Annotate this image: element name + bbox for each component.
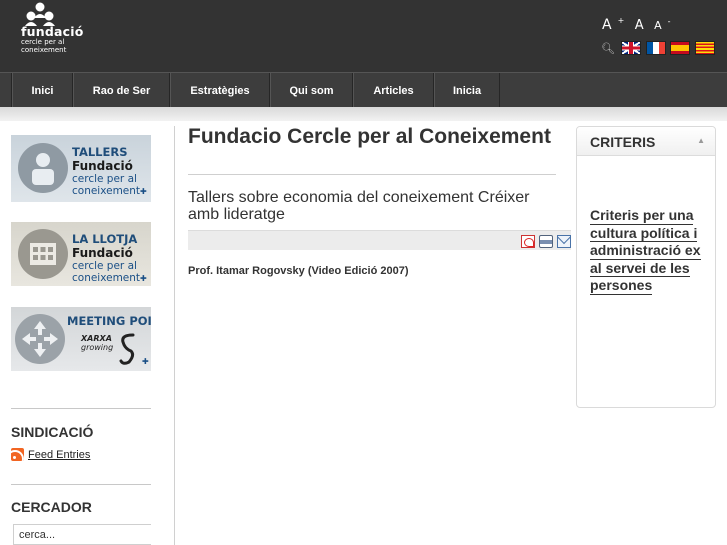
logo-name: fundació [21,24,84,39]
logo-mark-icon [25,2,55,26]
person-icon [18,143,68,193]
flag-english-icon[interactable] [621,41,641,55]
banner-tagline-2: coneixement [72,185,141,197]
banner-meeting-point[interactable]: MEETING POINT XARXA growing ✚ [11,307,151,371]
banner-tagline-1: XARXA [81,334,112,343]
site-header: fundació cercle per al coneixement A + A … [0,0,727,72]
language-selector: 🔍︎ [601,40,719,56]
search-heading: CERCADOR [11,499,92,515]
sidebar-divider [11,484,151,485]
rss-icon [11,448,24,461]
font-sizer: A + A A- [602,16,677,33]
s-curve-icon [119,333,135,365]
criteris-header: CRITERIS ▲ [577,127,715,156]
banner-tagline-2: growing [81,343,114,352]
nav-item-inici[interactable]: Inici [12,73,73,108]
banner-tagline-1: cercle per al [72,260,137,272]
syndication-heading: SINDICACIÓ [11,424,94,440]
site-logo[interactable]: fundació cercle per al coneixement [14,2,84,62]
banner-title: TALLERS [72,145,128,159]
banner-subtitle: Fundació [72,159,133,173]
print-icon[interactable] [539,235,553,248]
plus-icon: ✚ [142,357,149,366]
email-icon[interactable] [557,235,571,248]
page-title: Fundacio Cercle per al Coneixement [188,125,551,148]
font-increase-button[interactable]: A + [602,16,624,33]
font-decrease-button[interactable]: A- [654,17,670,32]
feed-entries[interactable]: Feed Entries [11,448,90,461]
feed-entries-link[interactable]: Feed Entries [28,449,90,461]
search-input[interactable] [13,524,151,545]
plus-icon: ✚ [140,274,147,283]
banner-title: MEETING POINT [67,314,151,328]
flag-french-icon[interactable] [645,41,666,55]
banner-title: LA LLOTJA [72,232,138,246]
nav-item-inicia[interactable]: Inicia [434,73,500,108]
criteris-module: CRITERIS ▲ Criteris per una cultura polí… [576,126,716,408]
logo-tagline-2: coneixement [21,45,67,54]
pdf-icon[interactable] [521,235,535,248]
flag-spanish-icon[interactable] [670,41,690,55]
nav-shadow [0,107,727,121]
main-nav: Inici Rao de Ser Estratègies Qui som Art… [0,72,727,108]
criteris-title: CRITERIS [590,134,656,150]
nav-item-rao-de-ser[interactable]: Rao de Ser [73,73,170,108]
nav-item-qui-som[interactable]: Qui som [270,73,353,108]
banner-tallers[interactable]: TALLERS Fundació cercle per al coneixeme… [11,135,151,202]
nav-item-estrategies[interactable]: Estratègies [170,73,270,108]
banner-tagline-1: cercle per al [72,173,137,185]
banner-subtitle: Fundació [72,246,133,260]
article-author: Prof. Itamar Rogovsky (Video Edició 2007… [188,265,409,277]
search-icon[interactable]: 🔍︎ [601,42,621,55]
sidebar-divider [11,408,151,409]
column-divider [174,126,175,545]
banner-tagline-2: coneixement [72,272,141,284]
flag-catalan-icon[interactable] [694,41,715,55]
criteris-link[interactable]: Criteris per una cultura política i admi… [590,207,715,295]
banner-la-llotja[interactable]: LA LLOTJA Fundació cercle per al coneixe… [11,222,151,286]
nav-item-articles[interactable]: Articles [353,73,434,108]
collapse-icon[interactable]: ▲ [697,136,705,145]
title-divider [188,174,556,175]
plus-icon: ✚ [140,187,147,196]
building-icon [18,229,68,279]
article-title[interactable]: Tallers sobre economia del coneixement C… [188,189,558,223]
network-arrows-icon [15,314,65,364]
font-reset-button[interactable]: A [635,18,644,33]
article-toolbar [188,230,571,250]
